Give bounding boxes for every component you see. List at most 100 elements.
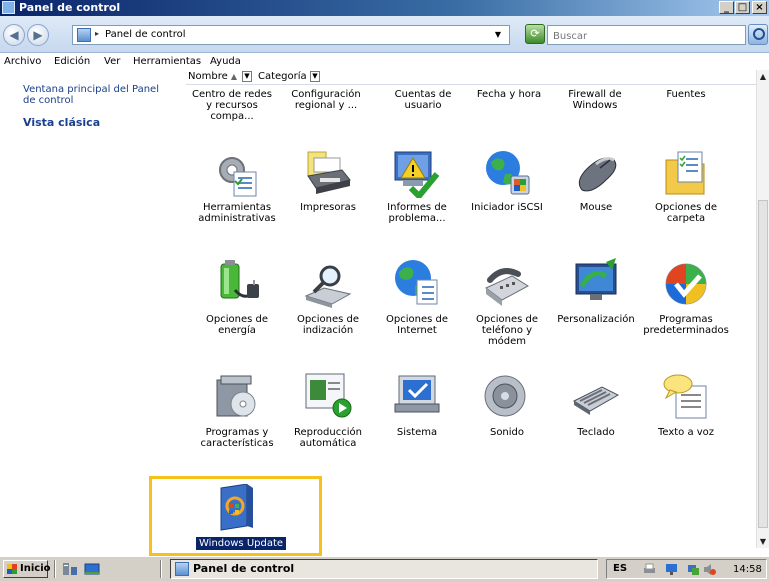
connection-tray-icon[interactable] [687,563,700,576]
volume-muted-icon[interactable] [703,563,716,576]
item-folder-options[interactable]: Opciones de carpeta [643,202,729,224]
item-mouse[interactable]: Mouse [553,202,639,213]
column-name-label: Nombre [188,71,228,82]
item-label: Opciones de teléfono y módem [476,314,538,347]
server-manager-icon[interactable] [62,561,78,577]
printer-tray-icon[interactable] [643,563,656,576]
item-printers[interactable]: Impresoras [285,202,371,213]
system-tray: ES 14:58 [606,559,767,579]
menu-ayuda[interactable]: Ayuda [210,56,241,67]
menu-ver[interactable]: Ver [104,56,120,67]
search-button[interactable] [748,24,768,45]
menu-edicion[interactable]: Edición [54,56,90,67]
minimize-button[interactable]: _ [719,1,734,14]
monitor-paint-icon[interactable] [572,258,620,306]
clock[interactable]: 14:58 [733,564,762,575]
item-date-time[interactable]: Fecha y hora [466,89,552,100]
keyboard-icon[interactable] [572,375,620,423]
item-label: Cuentas de usuario [394,89,452,111]
close-button[interactable]: × [752,1,767,14]
magnifier-drive-icon[interactable] [304,262,352,310]
breadcrumb-arrow-icon[interactable]: ▸ [95,29,99,38]
iscsi-globe-icon[interactable] [483,148,531,196]
item-network-center[interactable]: Centro de redes y recursos compa... [189,89,275,122]
autoplay-icon[interactable] [304,370,352,418]
system-monitor-icon[interactable] [393,372,441,420]
navigation-bar: ◀ ▶ ▸ Panel de control ▼ ⟳ [0,16,769,53]
vertical-scrollbar[interactable]: ▲ ▼ [756,70,769,548]
refresh-button[interactable]: ⟳ [525,24,545,44]
item-internet-options[interactable]: Opciones de Internet [374,314,460,336]
item-label: Herramientas administrativas [198,202,276,224]
show-desktop-icon[interactable] [84,561,100,577]
column-category[interactable]: Categoría [256,71,318,83]
column-name-dropdown-icon[interactable]: ▼ [242,71,252,82]
item-regional-config[interactable]: Configuración regional y ... [283,89,369,111]
item-default-programs[interactable]: Programas predeterminados [643,314,729,336]
windows-check-icon[interactable] [662,260,710,308]
printer-icon[interactable] [304,150,352,198]
control-panel-home-link[interactable]: Ventana principal del Panel de control [23,84,173,106]
item-autoplay[interactable]: Reproducción automática [285,427,371,449]
menu-herramientas[interactable]: Herramientas [133,56,201,67]
item-fonts[interactable]: Fuentes [643,89,729,100]
item-iscsi[interactable]: Iniciador iSCSI [464,202,550,213]
breadcrumb-item[interactable]: Panel de control [105,29,186,40]
scroll-thumb[interactable] [758,200,768,528]
address-breadcrumb[interactable]: ▸ Panel de control ▼ [72,25,510,45]
taskbar-separator [54,560,56,578]
control-panel-icon [175,562,189,576]
item-system[interactable]: Sistema [374,427,460,438]
scroll-down-icon[interactable]: ▼ [757,535,769,548]
taskbar-separator [160,560,162,578]
forward-button[interactable]: ▶ [27,24,49,46]
item-phone-modem[interactable]: Opciones de teléfono y módem [464,314,550,347]
item-firewall[interactable]: Firewall de Windows [552,89,638,111]
speech-bubble-icon[interactable] [662,372,710,420]
address-dropdown-icon[interactable]: ▼ [495,30,501,39]
item-indexing-options[interactable]: Opciones de indización [285,314,371,336]
column-category-dropdown-icon[interactable]: ▼ [310,71,320,82]
language-indicator[interactable]: ES [613,563,627,574]
problem-reports-icon[interactable] [393,150,441,198]
start-button[interactable]: Inicio [3,560,51,578]
battery-plug-icon[interactable] [213,260,261,308]
admin-tools-icon[interactable] [212,150,260,198]
item-personalization[interactable]: Personalización [553,314,639,325]
item-label: Reproducción automática [294,427,362,449]
item-label: Impresoras [300,202,356,213]
item-text-to-speech[interactable]: Texto a voz [643,427,729,438]
item-label: Opciones de indización [297,314,359,336]
item-keyboard[interactable]: Teclado [553,427,639,438]
classic-view-link[interactable]: Vista clásica [23,116,100,129]
menu-archivo[interactable]: Archivo [4,56,41,67]
telephone-icon[interactable] [482,262,530,310]
folder-options-icon[interactable] [662,150,710,198]
item-label: Sistema [396,427,438,438]
internet-globe-icon[interactable] [393,258,441,306]
item-label: Texto a voz [657,427,715,438]
item-label: Informes de problema... [387,202,447,224]
item-problem-reports[interactable]: Informes de problema... [374,202,460,224]
maximize-button[interactable]: □ [735,1,750,14]
search-box[interactable] [547,25,746,45]
programs-box-icon[interactable] [213,372,261,420]
item-sound[interactable]: Sonido [464,427,550,438]
network-tray-icon[interactable] [665,563,678,576]
item-label: Fecha y hora [476,89,542,100]
title-bar[interactable]: Panel de control _ □ × [0,0,769,16]
taskbar-item-control-panel[interactable]: Panel de control [170,559,598,579]
back-button[interactable]: ◀ [3,24,25,46]
item-admin-tools[interactable]: Herramientas administrativas [194,202,280,224]
scroll-up-icon[interactable]: ▲ [757,70,769,83]
item-user-accounts[interactable]: Cuentas de usuario [380,89,466,111]
mouse-icon[interactable] [572,150,620,198]
item-programs-features[interactable]: Programas y características [194,427,280,449]
column-header: Nombre ▲ ▼ Categoría ▼ [186,70,756,85]
selection-highlight-box [149,476,322,556]
search-input[interactable] [551,27,745,45]
control-panel-icon [77,28,91,42]
speaker-icon[interactable] [483,372,531,420]
item-label: Opciones de Internet [386,314,448,336]
item-power-options[interactable]: Opciones de energía [194,314,280,336]
